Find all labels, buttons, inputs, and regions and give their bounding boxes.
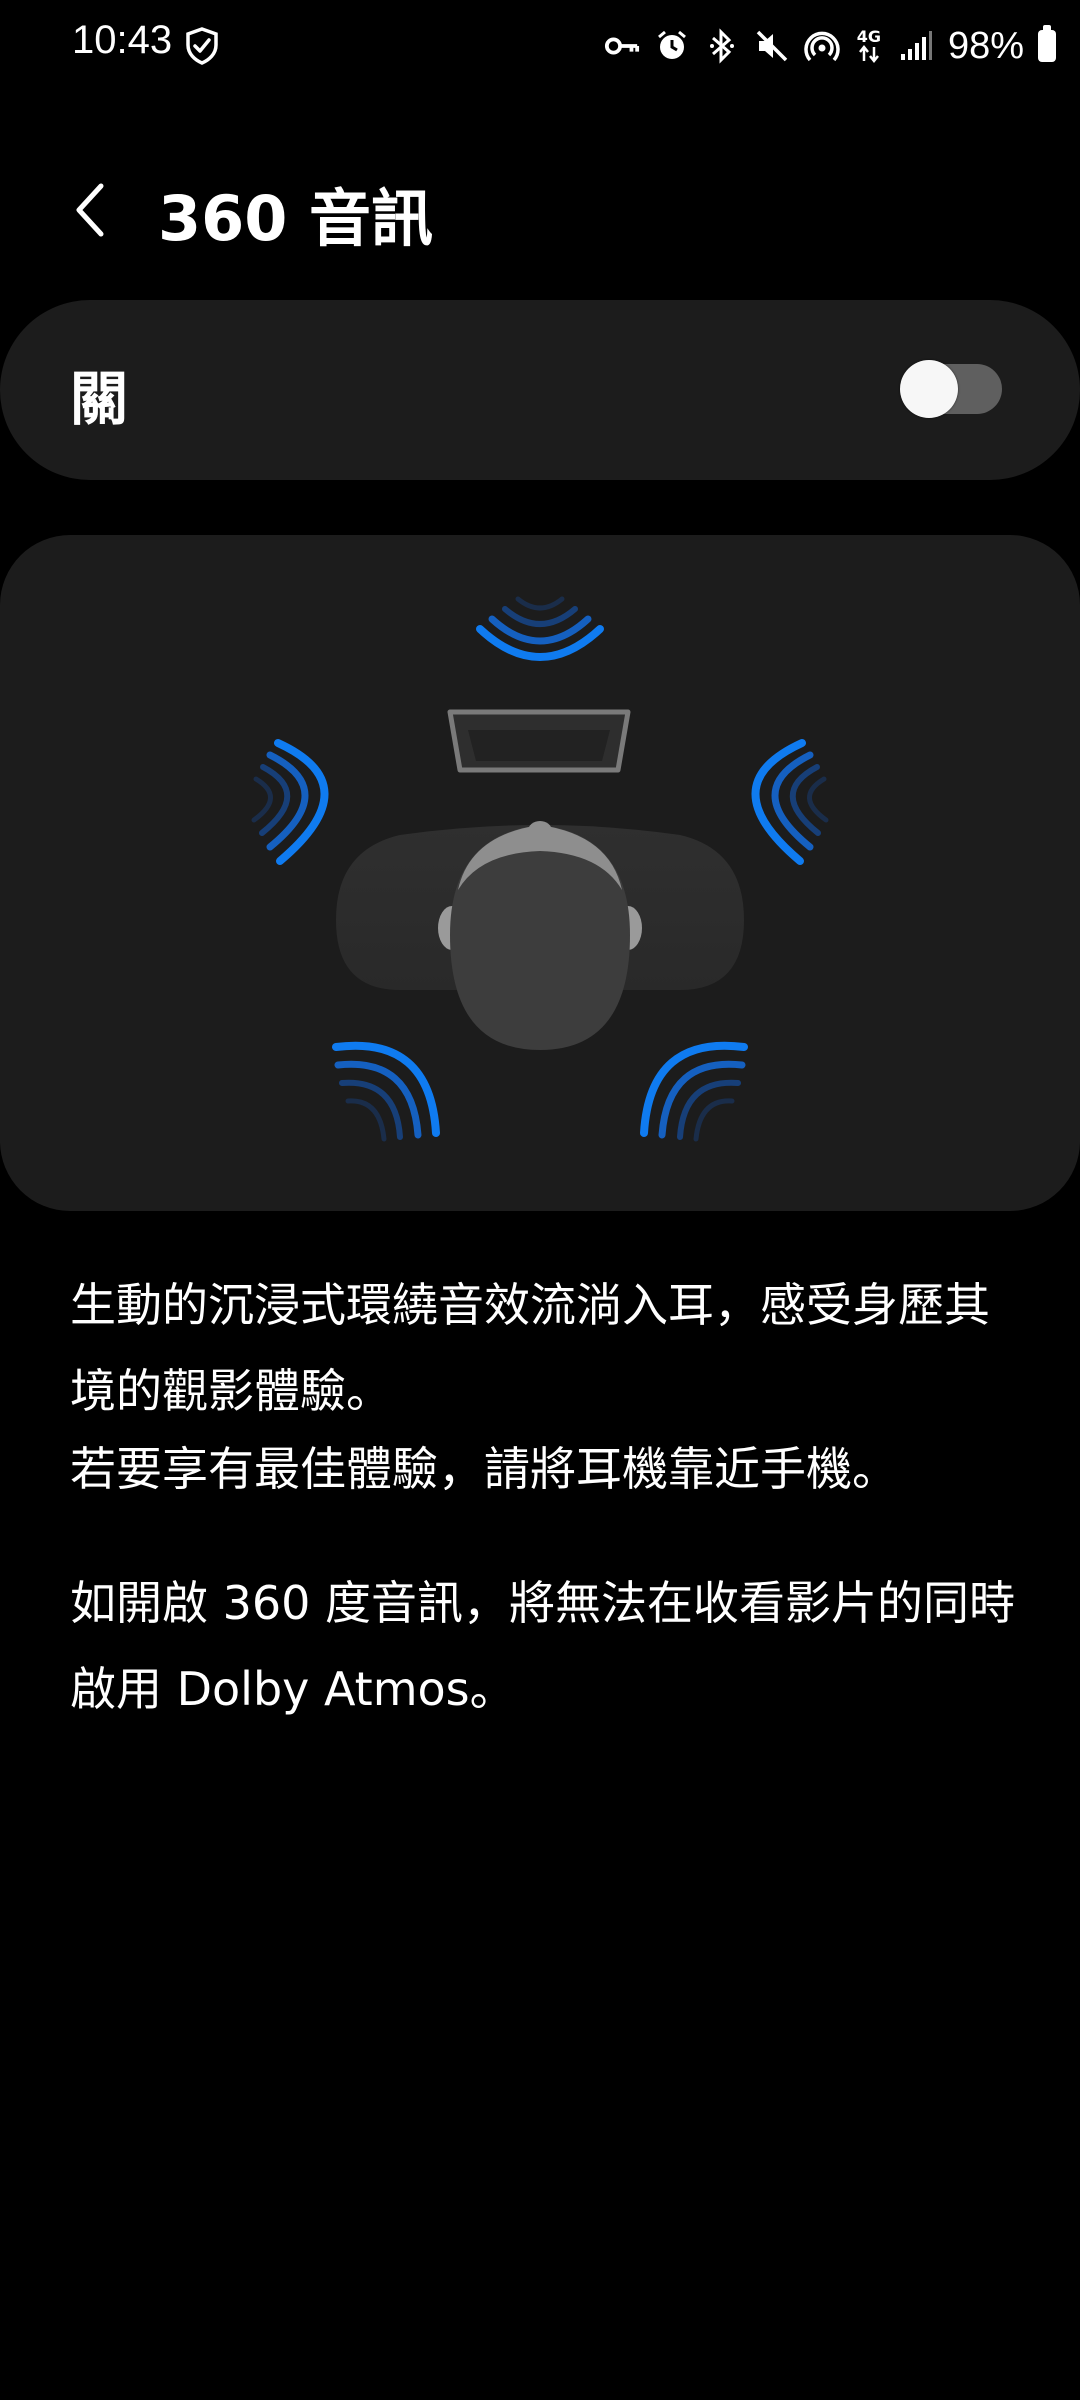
description-dolby-note: 如開啟 360 度音訊，將無法在收看影片的同時啟用 Dolby Atmos。	[70, 1576, 1016, 1716]
battery-icon	[1038, 25, 1056, 62]
bluetooth-icon	[704, 28, 740, 64]
chevron-left-icon	[76, 183, 104, 237]
sound-wave-icon	[751, 739, 829, 865]
key-icon	[604, 28, 640, 64]
mute-icon	[754, 28, 790, 64]
description-tip: 若要享有最佳體驗，請將耳機靠近手機。	[70, 1442, 898, 1496]
sound-wave-icon	[476, 596, 604, 661]
signal-icon	[898, 28, 934, 64]
status-icons: 4G 98%	[604, 18, 1056, 74]
screen-shape	[447, 709, 631, 773]
switch-knob	[900, 360, 958, 418]
battery-percent: 98%	[947, 24, 1024, 67]
illustration-card	[0, 535, 1080, 1211]
status-bar: 10:43 4G 98%	[0, 0, 1080, 90]
description-immersive: 生動的沉浸式環繞音效流淌入耳，感受身歷其境的觀影體驗。	[70, 1278, 990, 1418]
spatial-audio-illustration	[251, 596, 829, 1142]
sound-wave-icon	[332, 1041, 440, 1142]
data-arrows-icon: 4G	[854, 28, 884, 64]
page-title: 360 音訊	[158, 182, 434, 255]
sound-wave-icon	[251, 739, 329, 865]
toggle-switch[interactable]	[900, 360, 1004, 418]
status-time: 10:43	[72, 18, 173, 62]
shield-icon	[184, 26, 220, 66]
toggle-row[interactable]: 關	[0, 300, 1080, 480]
sound-wave-icon	[640, 1041, 748, 1142]
back-button[interactable]	[54, 170, 124, 250]
header: 360 音訊	[0, 150, 1080, 270]
toggle-label: 關	[70, 365, 129, 433]
hotspot-icon	[804, 28, 840, 64]
network-type-label: 4G	[856, 27, 882, 46]
alarm-icon	[654, 28, 690, 64]
